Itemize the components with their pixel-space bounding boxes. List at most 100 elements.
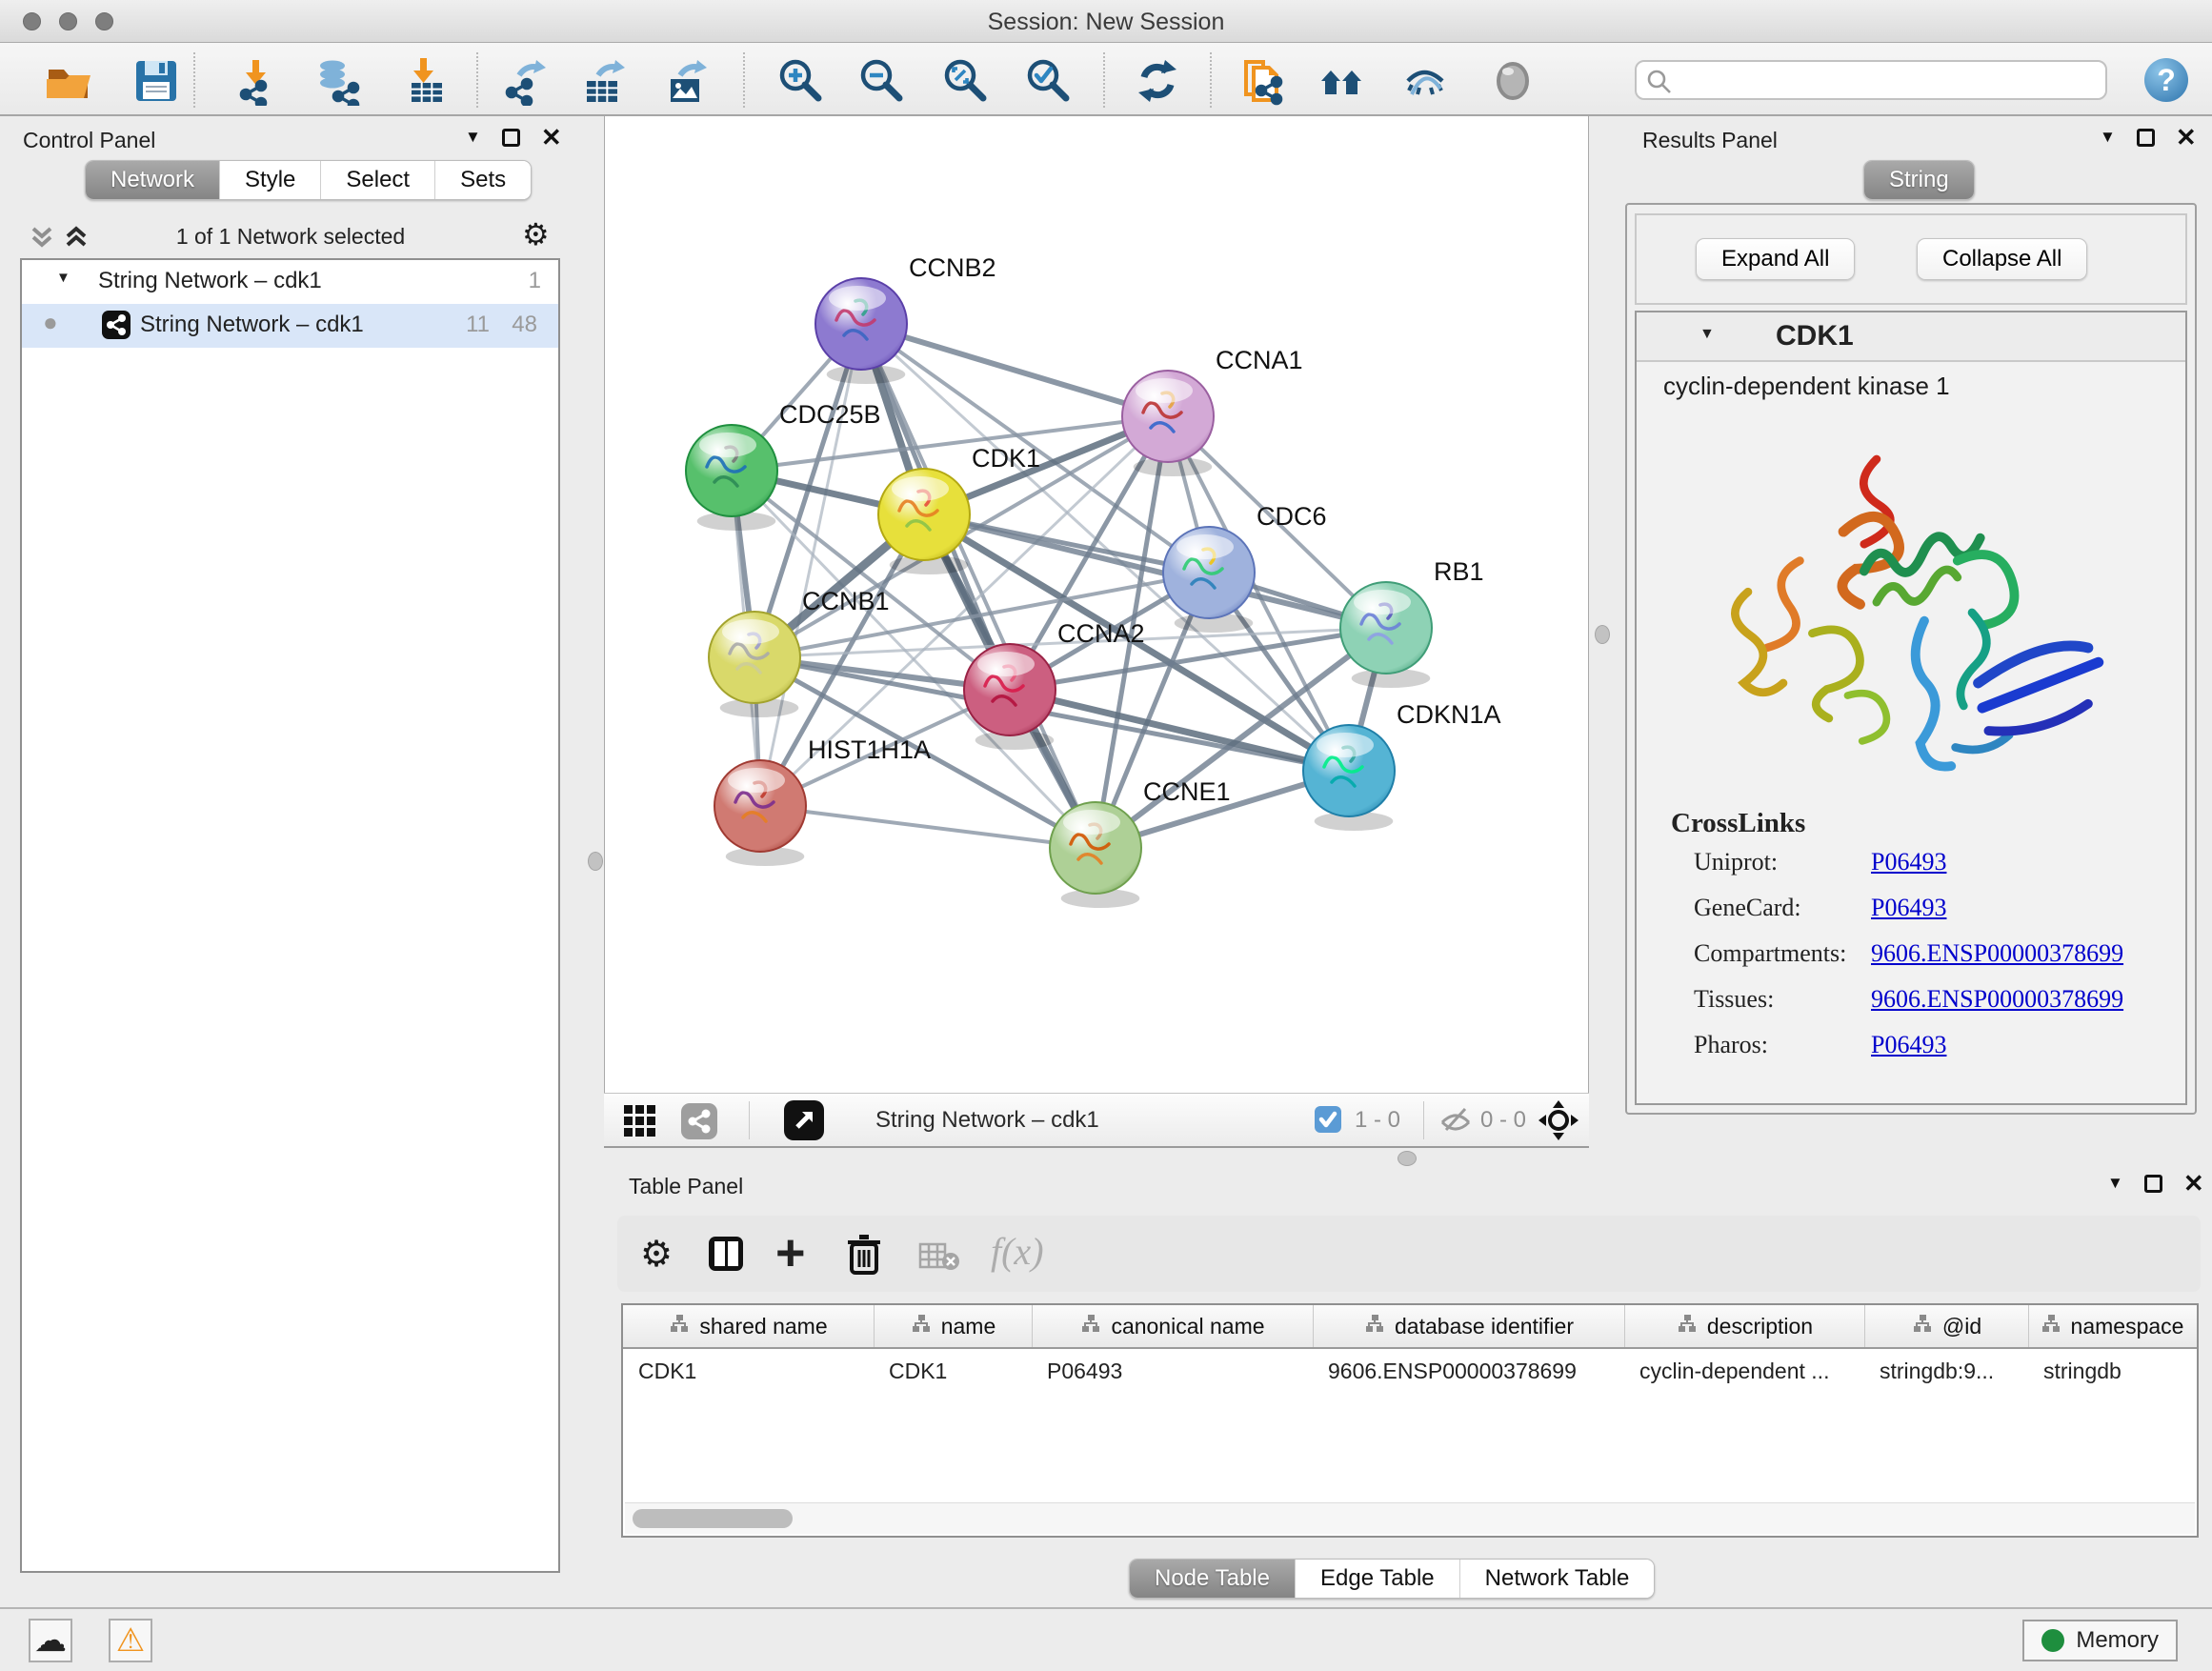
edge-CDK1-RB1[interactable] xyxy=(924,514,1386,628)
collapse-all-button[interactable]: Collapse All xyxy=(1917,238,2087,280)
zoom-in-icon[interactable] xyxy=(776,56,826,106)
column-header-id[interactable]: @id xyxy=(1864,1305,2028,1347)
crosslink-value-link[interactable]: P06493 xyxy=(1871,1031,1946,1059)
column-tree-icon xyxy=(1912,1313,1933,1339)
column-header-databaseidentifier[interactable]: database identifier xyxy=(1313,1305,1624,1347)
import-database-icon[interactable] xyxy=(313,56,363,106)
grid-view-icon[interactable] xyxy=(621,1102,659,1145)
hide-selected-icon[interactable] xyxy=(1402,56,1452,106)
open-session-icon[interactable] xyxy=(44,56,93,106)
duplicate-network-icon[interactable] xyxy=(1238,56,1288,106)
crosslink-value-link[interactable]: 9606.ENSP00000378699 xyxy=(1871,939,2123,968)
zoom-fit-icon[interactable] xyxy=(941,56,991,106)
gene-section-header[interactable]: ▼ CDK1 xyxy=(1637,312,2185,362)
node-CDKN1A[interactable] xyxy=(1303,725,1395,831)
add-row-plus-icon[interactable]: + xyxy=(775,1231,806,1275)
network-collection-row[interactable]: ▼ String Network – cdk1 1 xyxy=(22,260,558,304)
gene-expander-icon[interactable]: ▼ xyxy=(1699,326,1715,343)
network-row[interactable]: ● String Network – cdk1 11 48 xyxy=(22,304,558,348)
collapse-all-networks-icon[interactable] xyxy=(29,223,55,256)
right-splitter-handle[interactable] xyxy=(1595,625,1610,644)
node-table[interactable]: shared name name canonical name database… xyxy=(621,1303,2199,1538)
expand-all-button[interactable]: Expand All xyxy=(1696,238,1855,280)
refresh-icon[interactable] xyxy=(1133,56,1182,106)
column-header-description[interactable]: description xyxy=(1624,1305,1864,1347)
hidden-eye-icon[interactable] xyxy=(1438,1105,1473,1140)
create-column-icon[interactable] xyxy=(705,1233,747,1279)
tab-select[interactable]: Select xyxy=(320,161,434,199)
warnings-button[interactable]: ⚠ xyxy=(109,1619,152,1662)
control-panel-tabs: NetworkStyleSelectSets xyxy=(85,160,532,200)
toolbar-separator xyxy=(476,52,478,108)
network-options-gear-icon[interactable]: ⚙ xyxy=(522,219,550,250)
import-table-icon[interactable] xyxy=(402,56,452,106)
node-HIST1H1A[interactable] xyxy=(714,760,806,866)
birds-eye-view-icon[interactable] xyxy=(783,1099,825,1146)
column-header-namespace[interactable]: namespace xyxy=(2028,1305,2195,1347)
memory-button[interactable]: Memory xyxy=(2022,1620,2178,1661)
table-panel-collapse-icon[interactable]: ▼ xyxy=(2107,1174,2123,1193)
scrollbar-thumb[interactable] xyxy=(633,1509,793,1528)
node-CDC25B[interactable] xyxy=(686,425,777,531)
delete-trash-icon[interactable] xyxy=(844,1233,884,1281)
node-CDK1[interactable] xyxy=(878,469,970,574)
edge-HIST1H1A-CCNE1[interactable] xyxy=(760,806,1096,848)
crosslink-value-link[interactable]: 9606.ENSP00000378699 xyxy=(1871,985,2123,1014)
tab-edge-table[interactable]: Edge Table xyxy=(1295,1560,1459,1598)
selected-checkbox-icon[interactable] xyxy=(1314,1105,1342,1138)
table-horizontal-scrollbar[interactable] xyxy=(625,1502,2195,1534)
crosslink-value-link[interactable]: P06493 xyxy=(1871,894,1946,922)
share-view-icon[interactable] xyxy=(680,1102,718,1145)
network-canvas[interactable]: CCNB2CCNA1CDC25BCDK1CDC6RB1CCNB1CCNA2CDK… xyxy=(604,116,1589,1093)
table-options-gear-icon[interactable]: ⚙ xyxy=(640,1237,673,1273)
control-panel-float-icon[interactable] xyxy=(502,129,520,147)
cloud-status-button[interactable]: ☁ xyxy=(29,1619,72,1662)
tab-network-table[interactable]: Network Table xyxy=(1459,1560,1655,1598)
zoom-selected-icon[interactable] xyxy=(1024,56,1074,106)
node-CCNA1[interactable] xyxy=(1122,371,1214,476)
column-header-canonicalname[interactable]: canonical name xyxy=(1032,1305,1313,1347)
export-network-icon[interactable] xyxy=(502,56,552,106)
results-panel-close-icon[interactable]: ✕ xyxy=(2176,129,2197,147)
node-CCNB2[interactable] xyxy=(815,278,907,384)
node-RB1[interactable] xyxy=(1340,582,1432,688)
search-input[interactable] xyxy=(1679,65,2092,95)
results-panel-float-icon[interactable] xyxy=(2137,129,2155,147)
tab-style[interactable]: Style xyxy=(219,161,320,199)
first-neighbors-icon[interactable] xyxy=(1317,56,1367,106)
control-panel-close-icon[interactable]: ✕ xyxy=(541,129,562,147)
import-network-icon[interactable] xyxy=(234,56,284,106)
tab-string[interactable]: String xyxy=(1864,161,1974,199)
search-box[interactable] xyxy=(1635,60,2107,100)
node-CCNA2[interactable] xyxy=(964,644,1056,750)
node-CCNB1[interactable] xyxy=(709,612,800,717)
export-image-icon[interactable] xyxy=(663,56,713,106)
node-CDC6[interactable] xyxy=(1163,527,1255,633)
tab-sets[interactable]: Sets xyxy=(434,161,531,199)
pan-crosshair-icon[interactable] xyxy=(1538,1099,1579,1146)
bottom-splitter-handle[interactable] xyxy=(1398,1151,1417,1166)
table-panel-close-icon[interactable]: ✕ xyxy=(2183,1175,2204,1193)
column-header-name[interactable]: name xyxy=(874,1305,1032,1347)
results-panel-tabs: String xyxy=(1863,160,1975,200)
table-row[interactable]: CDK1CDK1P064939606.ENSP00000378699cyclin… xyxy=(623,1349,2197,1393)
crosslink-value-link[interactable]: P06493 xyxy=(1871,848,1946,876)
node-CCNE1[interactable] xyxy=(1050,802,1141,908)
tab-network[interactable]: Network xyxy=(86,161,219,199)
table-panel-float-icon[interactable] xyxy=(2144,1175,2162,1193)
collection-expander-icon[interactable]: ▼ xyxy=(56,270,70,286)
edge-CCNB2-HIST1H1A[interactable] xyxy=(760,324,861,806)
help-button[interactable]: ? xyxy=(2144,58,2188,102)
expand-all-networks-icon[interactable] xyxy=(63,223,90,256)
save-session-icon[interactable] xyxy=(131,56,181,106)
column-header-sharedname[interactable]: shared name xyxy=(623,1305,874,1347)
results-panel-collapse-icon[interactable]: ▼ xyxy=(2100,128,2116,147)
left-splitter-handle[interactable] xyxy=(588,852,603,871)
show-all-icon[interactable] xyxy=(1490,56,1539,106)
tab-node-table[interactable]: Node Table xyxy=(1130,1560,1295,1598)
zoom-out-icon[interactable] xyxy=(857,56,907,106)
control-panel-collapse-icon[interactable]: ▼ xyxy=(465,128,481,147)
export-table-icon[interactable] xyxy=(581,56,631,106)
edge-CCNB2-CCNE1[interactable] xyxy=(861,324,1096,848)
edge-CCNB2-CCNA1[interactable] xyxy=(861,324,1168,416)
